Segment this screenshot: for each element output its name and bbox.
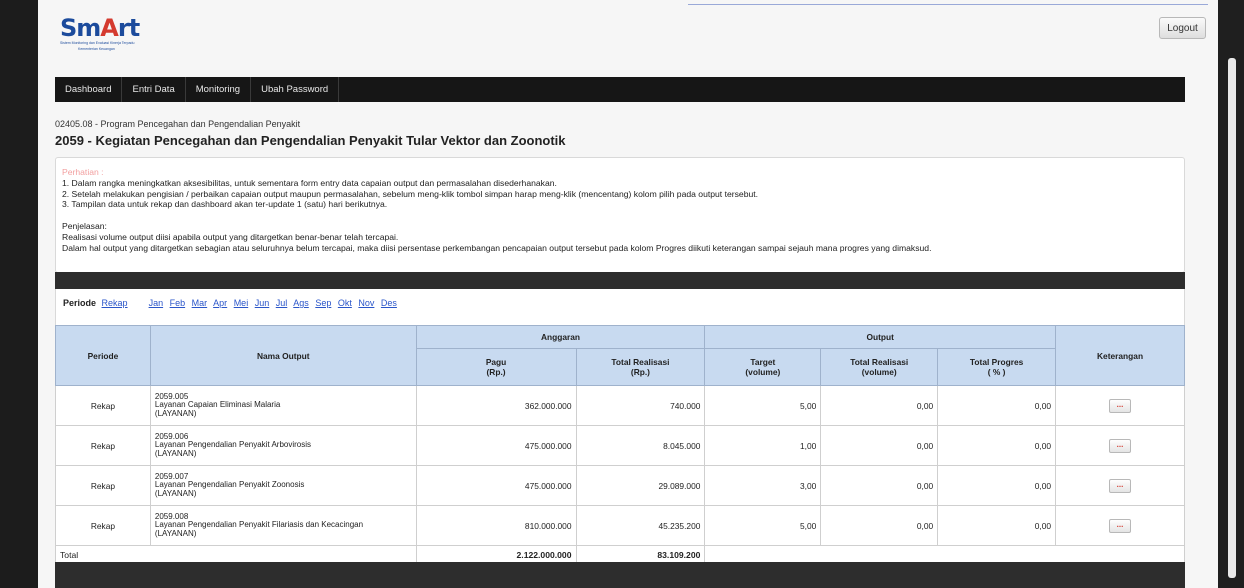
cell-pagu: 810.000.000 xyxy=(415,505,577,546)
total-realisasi: 83.109.200 xyxy=(575,545,706,564)
header-target: Target (volume) xyxy=(704,348,822,386)
header-total-progres: Total Progres( % ) xyxy=(937,348,1057,386)
header-anggaran: Anggaran xyxy=(415,325,706,349)
keterangan-button[interactable]: ... xyxy=(1109,518,1132,533)
total-label: Total xyxy=(55,545,417,564)
kegiatan-title: 2059 - Kegiatan Pencegahan dan Pengendal… xyxy=(55,133,566,148)
cell-progres: 0,00 xyxy=(937,425,1057,466)
logo-subtitle: Sistem Monitoring dan Evaluasi Kinerja T… xyxy=(60,41,135,45)
header-total-realisasi-rp: Total Realisasi (Rp.) xyxy=(575,348,706,386)
cell-target: 5,00 xyxy=(704,505,822,546)
cell-realisasi-volume: 0,00 xyxy=(820,505,939,546)
total-pagu: 2.122.000.000 xyxy=(415,545,577,564)
periode-link-mar[interactable]: Mar xyxy=(192,298,208,308)
cell-nama-output: 2059.007 Layanan Pengendalian Penyakit Zo… xyxy=(149,465,417,506)
cell-target: 1,00 xyxy=(704,425,822,466)
periode-link-jul[interactable]: Jul xyxy=(276,298,288,308)
scrollbar[interactable] xyxy=(1228,58,1236,578)
cell-progres: 0,00 xyxy=(937,505,1057,546)
cell-total-realisasi: 8.045.000 xyxy=(575,425,706,466)
periode-link-ags[interactable]: Ags xyxy=(293,298,309,308)
page: SmArt Sistem Monitoring dan Evaluasi Kin… xyxy=(38,0,1218,588)
cell-keterangan: ... xyxy=(1055,425,1185,466)
keterangan-button[interactable]: ... xyxy=(1109,478,1132,493)
periode-link-feb[interactable]: Feb xyxy=(170,298,186,308)
cell-pagu: 475.000.000 xyxy=(415,425,577,466)
table-row: Rekap 2059.005 Layanan Capaian Eliminasi … xyxy=(55,385,1185,426)
penjelasan-title: Penjelasan: xyxy=(62,220,107,231)
table-row: Rekap 2059.007 Layanan Pengendalian Penya… xyxy=(55,465,1185,506)
table-row: Rekap 2059.008 Layanan Pengendalian Penya… xyxy=(55,505,1185,546)
cell-total-realisasi: 740.000 xyxy=(575,385,706,426)
cell-realisasi-volume: 0,00 xyxy=(820,465,939,506)
cell-pagu: 475.000.000 xyxy=(415,465,577,506)
nav-entri-data[interactable]: Entri Data xyxy=(122,77,186,102)
notice-line: 2. Setelah melakukan pengisian / perbaik… xyxy=(62,188,759,199)
footer-bar xyxy=(55,562,1185,588)
cell-target: 3,00 xyxy=(704,465,822,506)
periode-link-jan[interactable]: Jan xyxy=(149,298,164,308)
header-total-realisasi-volume: Total Realisasi (volume) xyxy=(820,348,939,386)
total-empty xyxy=(704,545,1185,564)
periode-link-okt[interactable]: Okt xyxy=(338,298,352,308)
program-title: 02405.08 - Program Pencegahan dan Pengen… xyxy=(55,119,301,129)
cell-keterangan: ... xyxy=(1055,385,1185,426)
cell-pagu: 362.000.000 xyxy=(415,385,577,426)
periode-links: Periode Rekap Jan Feb Mar Apr Mei Jun Ju… xyxy=(63,298,401,308)
left-margin xyxy=(0,0,38,588)
total-row: Total 2.122.000.000 83.109.200 xyxy=(55,545,1185,564)
cell-nama-output: 2059.008 Layanan Pengendalian Penyakit Fi… xyxy=(149,505,417,546)
penjelasan-line: Realisasi volume output diisi apabila ou… xyxy=(62,231,399,242)
header-nama-output: Nama Output xyxy=(149,325,417,386)
cell-nama-output: 2059.005 Layanan Capaian Eliminasi Malari… xyxy=(149,385,417,426)
right-margin xyxy=(1218,0,1244,588)
main-navbar: Dashboard Entri Data Monitoring Ubah Pas… xyxy=(55,77,1185,102)
keterangan-button[interactable]: ... xyxy=(1109,438,1132,453)
periode-label: Periode xyxy=(63,298,97,308)
periode-link-des[interactable]: Des xyxy=(381,298,397,308)
header-periode: Periode xyxy=(55,325,151,386)
logout-button[interactable]: Logout xyxy=(1159,17,1206,39)
nav-ubah-password[interactable]: Ubah Password xyxy=(251,77,340,102)
periode-bar: Periode Rekap Jan Feb Mar Apr Mei Jun Ju… xyxy=(55,289,1185,325)
periode-link-sep[interactable]: Sep xyxy=(315,298,331,308)
periode-link-mei[interactable]: Mei xyxy=(234,298,249,308)
logo-subtitle-2: Kementerian Keuangan xyxy=(78,46,115,51)
penjelasan-line: Dalam hal output yang ditargetkan sebagi… xyxy=(62,242,932,253)
section-divider-bar xyxy=(55,272,1185,289)
cell-periode: Rekap xyxy=(55,425,151,466)
nav-dashboard[interactable]: Dashboard xyxy=(55,77,123,102)
header-pagu: Pagu (Rp.) xyxy=(415,348,577,386)
cell-realisasi-volume: 0,00 xyxy=(820,385,939,426)
logo-wordmark: SmArt xyxy=(60,14,140,42)
cell-nama-output: 2059.006 Layanan Pengendalian Penyakit Ar… xyxy=(149,425,417,466)
cell-keterangan: ... xyxy=(1055,465,1185,506)
cell-periode: Rekap xyxy=(55,465,151,506)
notice-line: 1. Dalam rangka meningkatkan aksesibilit… xyxy=(62,177,557,188)
top-divider xyxy=(688,4,1208,5)
notice-line: 3. Tampilan data untuk rekap dan dashboa… xyxy=(62,199,388,210)
nav-monitoring[interactable]: Monitoring xyxy=(186,77,252,102)
periode-link-apr[interactable]: Apr xyxy=(213,298,227,308)
cell-progres: 0,00 xyxy=(937,465,1057,506)
periode-link-nov[interactable]: Nov xyxy=(358,298,374,308)
periode-link-rekap[interactable]: Rekap xyxy=(102,298,128,308)
cell-periode: Rekap xyxy=(55,385,151,426)
cell-periode: Rekap xyxy=(55,505,151,546)
cell-realisasi-volume: 0,00 xyxy=(820,425,939,466)
header-keterangan: Keterangan xyxy=(1055,325,1185,386)
logo[interactable]: SmArt Sistem Monitoring dan Evaluasi Kin… xyxy=(60,16,170,56)
cell-total-realisasi: 45.235.200 xyxy=(575,505,706,546)
cell-keterangan: ... xyxy=(1055,505,1185,546)
table-row: Rekap 2059.006 Layanan Pengendalian Penya… xyxy=(55,425,1185,466)
cell-total-realisasi: 29.089.000 xyxy=(575,465,706,506)
notice-attention: Perhatian : xyxy=(62,167,104,177)
periode-link-jun[interactable]: Jun xyxy=(255,298,270,308)
cell-target: 5,00 xyxy=(704,385,822,426)
output-table: Periode Nama Output Anggaran Output Kete… xyxy=(55,325,1185,564)
header-output: Output xyxy=(704,325,1057,349)
cell-progres: 0,00 xyxy=(937,385,1057,426)
notice-panel: Perhatian : 1. Dalam rangka meningkatkan… xyxy=(55,157,1185,273)
keterangan-button[interactable]: ... xyxy=(1109,398,1132,413)
